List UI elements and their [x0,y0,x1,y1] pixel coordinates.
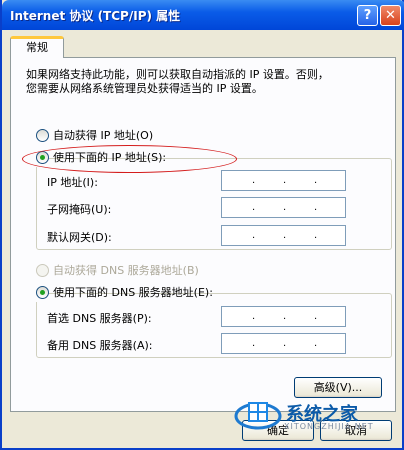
description-text: 如果网络支持此功能，则可以获取自动指派的 IP 设置。否则， 您需要从网络系统管… [26,68,386,96]
tab-panel-general: 如果网络支持此功能，则可以获取自动指派的 IP 设置。否则， 您需要从网络系统管… [10,57,396,412]
title-bar[interactable]: Internet 协议 (TCP/IP) 属性 ? ✕ [2,0,404,30]
dns-manual-option[interactable]: 使用下面的 DNS 服务器地址(E): [36,286,213,302]
description-line-1: 如果网络支持此功能，则可以获取自动指派的 IP 设置。否则， [26,68,329,81]
dns-auto-radio [36,264,49,277]
tab-general-label: 常规 [26,41,48,54]
ip-address-input[interactable]: ... [221,170,346,191]
default-gateway-input[interactable]: ... [221,225,346,246]
alternate-dns-input[interactable]: ... [221,333,346,354]
highlight-ellipse [22,145,237,173]
window-title: Internet 协议 (TCP/IP) 属性 [10,9,181,23]
subnet-mask-input[interactable]: ... [221,197,346,218]
ip-address-label: IP 地址(I): [47,176,98,189]
dns-auto-label: 自动获得 DNS 服务器地址(B) [53,264,199,277]
default-gateway-label: 默认网关(D): [47,231,112,244]
alternate-dns-label: 备用 DNS 服务器(A): [47,339,153,352]
tab-general[interactable]: 常规 [10,36,64,58]
help-button[interactable]: ? [357,5,378,26]
description-line-2: 您需要从网络系统管理员处获得适当的 IP 设置。 [26,82,263,95]
ip-auto-radio[interactable] [36,129,49,142]
close-icon: ✕ [385,8,396,23]
preferred-dns-label: 首选 DNS 服务器(P): [47,312,152,325]
watermark-subtext: XITONGZHIJIA.NET [284,422,374,431]
subnet-mask-label: 子网掩码(U): [47,203,112,216]
preferred-dns-input[interactable]: ... [221,306,346,327]
dialog-window: Internet 协议 (TCP/IP) 属性 ? ✕ 常规 如果网络支持此功能… [0,0,404,450]
dns-manual-label: 使用下面的 DNS 服务器地址(E): [53,286,213,299]
watermark: 系统之家 XITONGZHIJIA.NET [234,392,394,442]
help-icon: ? [363,8,372,23]
close-button[interactable]: ✕ [380,5,401,26]
dns-manual-radio[interactable] [36,286,49,299]
ip-auto-label: 自动获得 IP 地址(O) [53,129,154,142]
watermark-logo-icon [234,402,282,430]
